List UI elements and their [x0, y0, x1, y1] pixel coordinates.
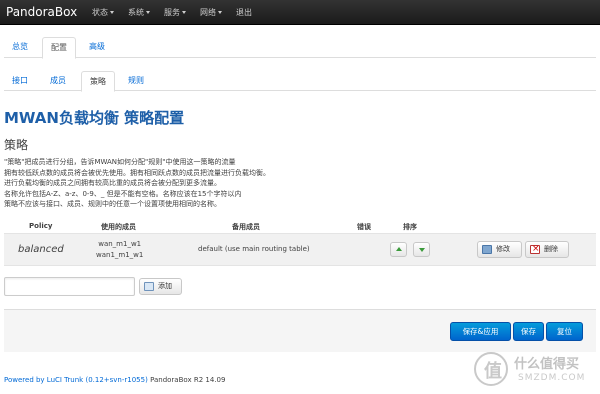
top-navbar: PandoraBox 状态 系统 服务 网络 退出: [0, 0, 600, 25]
tab-policies[interactable]: 策略: [81, 71, 115, 92]
tab-rules[interactable]: 规则: [120, 71, 152, 91]
menu-status[interactable]: 状态: [92, 7, 114, 18]
chevron-down-icon: [110, 11, 114, 14]
header-members: 使用的成员: [101, 223, 136, 231]
menu-logout[interactable]: 退出: [236, 7, 252, 18]
policy-table-header: Policy 使用的成员 备用成员 错误 排序: [4, 221, 596, 233]
edit-icon: [482, 245, 492, 254]
last-resort-value: default (use main routing table): [198, 245, 310, 253]
description-line: 拥有较低跃点数的成员将会被优先使用。拥有相同跃点数的成员把流量进行负载均衡。: [4, 168, 270, 177]
tab-configuration[interactable]: 配置: [42, 37, 76, 59]
policy-members: wan_m1_w1 wan1_m1_w1: [96, 239, 143, 261]
sub-tabs: 接口 成员 策略 规则: [4, 71, 596, 92]
add-button[interactable]: 添加: [139, 278, 182, 295]
header-errors: 错误: [357, 223, 371, 231]
main-tabs: 总览 配置 高级: [4, 37, 596, 59]
chevron-down-icon: [146, 11, 150, 14]
smzdm-logo-icon: 值: [474, 352, 508, 386]
delete-icon: [530, 242, 540, 257]
luci-link[interactable]: Powered by LuCI Trunk (0.12+svn-r1055): [4, 376, 148, 384]
member-item: wan_m1_w1: [98, 240, 142, 248]
footer: Powered by LuCI Trunk (0.12+svn-r1055) P…: [4, 376, 225, 384]
header-last-resort: 备用成员: [232, 223, 260, 231]
description-line: 进行负载均衡的成员之间拥有较高比重的成员将会被分配到更多流量。: [4, 179, 221, 188]
section-description: "策略"把成员进行分组，告诉MWAN如何分配"规则"中使用这一策略的流量 拥有较…: [4, 157, 270, 210]
tab-advanced[interactable]: 高级: [81, 37, 113, 58]
new-policy-name-input[interactable]: [4, 277, 135, 296]
page-title: MWAN负载均衡 策略配置: [4, 109, 185, 127]
add-icon: [144, 282, 154, 291]
watermark-domain: SMZDM.COM: [518, 373, 586, 383]
save-apply-button[interactable]: 保存&应用: [450, 322, 511, 341]
menu-services[interactable]: 服务: [164, 7, 186, 18]
watermark-text: 什么值得买: [514, 357, 580, 372]
brand-logo[interactable]: PandoraBox: [6, 5, 77, 19]
description-line: 名称允许包括A-Z、a-z、0-9、_ 但是不能有空格。名称应该在15个字符以内: [4, 189, 242, 198]
tab-interfaces[interactable]: 接口: [4, 71, 36, 91]
main-menu: 状态 系统 服务 网络 退出: [92, 7, 266, 18]
tab-members[interactable]: 成员: [42, 71, 74, 91]
table-row: balanced wan_m1_w1 wan1_m1_w1 default (u…: [4, 233, 596, 266]
menu-system[interactable]: 系统: [128, 7, 150, 18]
arrow-up-icon: [396, 247, 402, 251]
section-title: 策略: [4, 138, 29, 152]
form-actions: 保存&应用 保存 复位: [4, 309, 596, 352]
description-line: "策略"把成员进行分组，告诉MWAN如何分配"规则"中使用这一策略的流量: [4, 158, 236, 166]
tab-overview[interactable]: 总览: [4, 37, 36, 58]
edit-button[interactable]: 修改: [477, 241, 522, 258]
chevron-down-icon: [218, 11, 222, 14]
watermark: 值 什么值得买 SMZDM.COM: [474, 352, 596, 388]
header-sort: 排序: [403, 223, 417, 231]
member-item: wan1_m1_w1: [96, 251, 144, 259]
firmware-version: PandoraBox R2 14.09: [150, 376, 226, 384]
move-up-button[interactable]: [390, 242, 407, 257]
menu-network[interactable]: 网络: [200, 7, 222, 18]
arrow-down-icon: [419, 248, 425, 252]
reset-button[interactable]: 复位: [546, 322, 583, 341]
chevron-down-icon: [182, 11, 186, 14]
delete-button[interactable]: 删除: [525, 241, 569, 258]
description-line: 策略不应该与接口、成员、规则中的任意一个设置项使用相同的名称。: [4, 200, 221, 209]
policy-name: balanced: [18, 244, 64, 255]
header-policy: Policy: [29, 222, 53, 230]
move-down-button[interactable]: [413, 242, 430, 257]
save-button[interactable]: 保存: [513, 322, 544, 341]
